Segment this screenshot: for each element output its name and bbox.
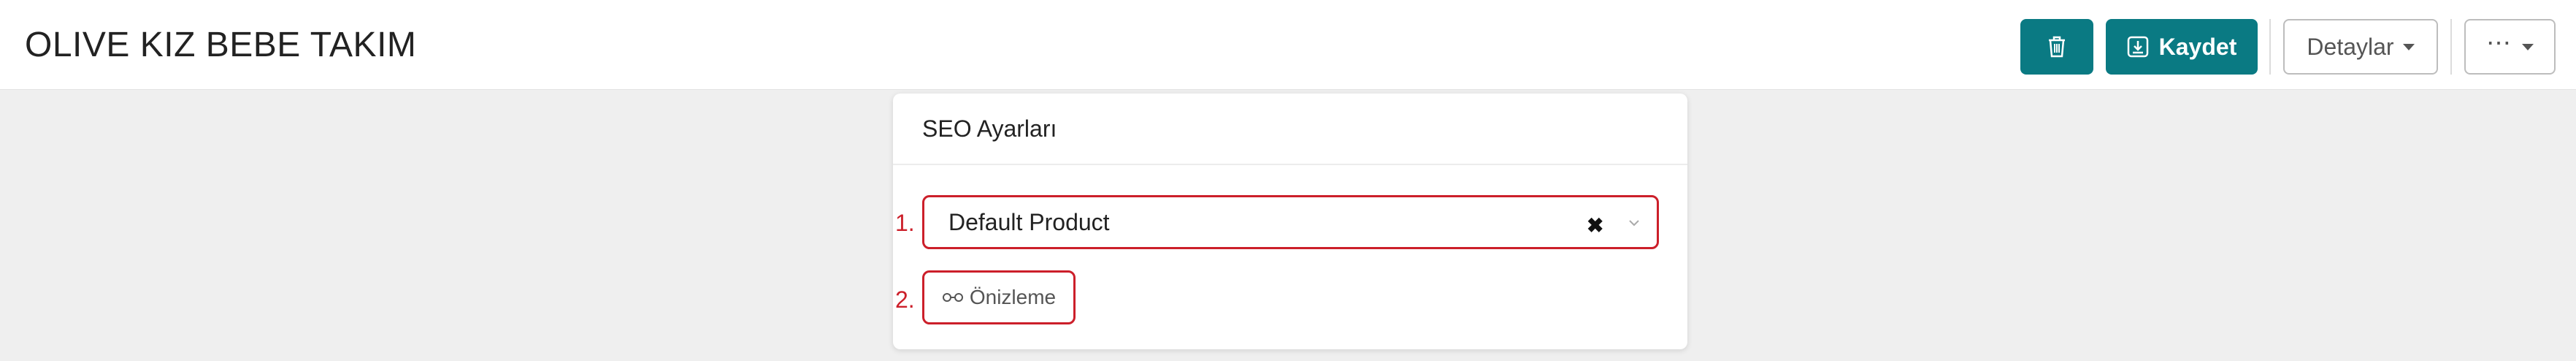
ellipsis-icon: ⋯ xyxy=(2486,29,2512,57)
select-value: Default Product xyxy=(948,208,1110,235)
delete-button[interactable] xyxy=(2020,19,2093,75)
annotation-marker-1: 1. xyxy=(895,210,915,236)
preview-button[interactable]: Önizleme xyxy=(922,270,1076,324)
caret-down-icon xyxy=(2402,43,2415,50)
save-button-label: Kaydet xyxy=(2158,33,2237,60)
details-label: Detaylar xyxy=(2307,33,2394,60)
save-download-icon xyxy=(2127,36,2148,58)
preview-button-label: Önizleme xyxy=(969,286,1057,308)
caret-down-icon xyxy=(2522,43,2534,50)
details-dropdown-button[interactable]: Detaylar xyxy=(2283,19,2438,75)
glasses-icon xyxy=(942,293,963,302)
toolbar-divider xyxy=(2450,19,2452,75)
toolbar-divider xyxy=(2269,19,2271,75)
trash-icon xyxy=(2049,36,2065,58)
card-title: SEO Ayarları xyxy=(893,94,1687,165)
top-bar: OLIVE KIZ BEBE TAKIM Kaydet Detaylar ⋯ xyxy=(0,0,2576,90)
chevron-down-icon[interactable] xyxy=(1628,216,1641,229)
save-button[interactable]: Kaydet xyxy=(2106,19,2258,75)
more-actions-button[interactable]: ⋯ xyxy=(2464,19,2556,75)
clear-icon[interactable]: ✖ xyxy=(1587,213,1603,238)
annotation-marker-2: 2. xyxy=(895,286,915,313)
page-title: OLIVE KIZ BEBE TAKIM xyxy=(25,26,417,64)
seo-template-select[interactable]: Default Product ✖ xyxy=(922,195,1659,249)
